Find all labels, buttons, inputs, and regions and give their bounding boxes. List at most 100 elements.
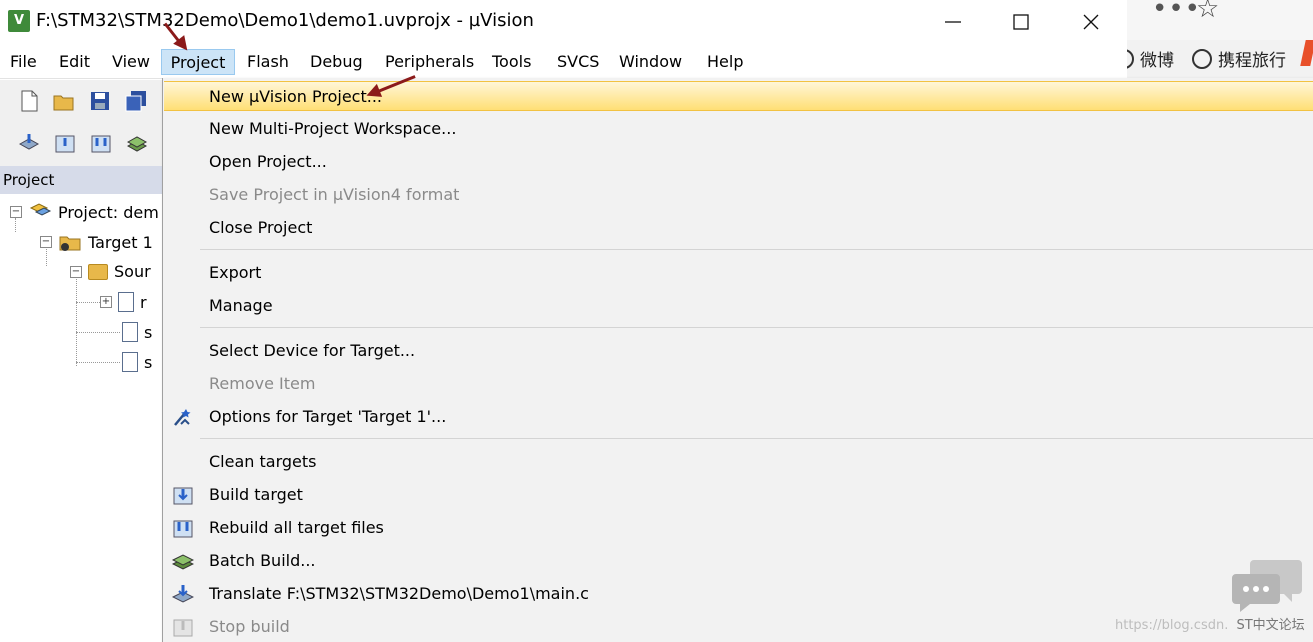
tree-item-project[interactable]: − Project: dem	[10, 202, 159, 222]
close-button[interactable]	[1068, 6, 1114, 38]
tree-target-label: Target 1	[88, 232, 153, 252]
menu-item-label: Stop build	[209, 617, 290, 636]
menu-separator	[200, 438, 1313, 439]
tree-file-label: s	[144, 352, 153, 372]
menu-item-label: New µVision Project...	[209, 87, 382, 106]
file-icon	[118, 292, 134, 312]
batch-build-icon	[172, 554, 194, 570]
menu-item-label: Close Project	[209, 218, 313, 237]
menu-item-options-for-target[interactable]: Options for Target 'Target 1'...	[164, 402, 1313, 432]
save-all-icon[interactable]	[125, 90, 147, 112]
menu-file[interactable]: File	[6, 49, 41, 75]
menu-item-label: Remove Item	[209, 374, 316, 393]
minimize-button[interactable]	[930, 6, 976, 38]
tree-item-target[interactable]: − Target 1	[40, 232, 153, 252]
tree-item-source-group[interactable]: − Sour	[70, 262, 151, 281]
save-icon[interactable]	[89, 90, 111, 112]
menu-item-new-uvision-project[interactable]: New µVision Project...	[164, 81, 1313, 111]
menu-peripherals[interactable]: Peripherals	[381, 49, 478, 75]
menu-item-open-project[interactable]: Open Project...	[164, 147, 1313, 177]
maximize-button[interactable]	[998, 6, 1044, 38]
chat-bubble-icon	[1232, 560, 1302, 612]
tree-item-file[interactable]: s	[122, 322, 152, 342]
weibo-label: 微博	[1140, 51, 1174, 71]
menu-edit[interactable]: Edit	[55, 49, 94, 75]
minimize-icon	[945, 21, 961, 23]
rebuild-toolbar-icon[interactable]	[90, 132, 112, 154]
more-options-icon[interactable]: •••	[1152, 0, 1201, 24]
menu-item-label: Manage	[209, 296, 273, 315]
menu-item-remove-item: Remove Item	[164, 369, 1313, 399]
collapse-icon[interactable]: −	[70, 265, 82, 278]
collapse-icon[interactable]: −	[40, 236, 52, 248]
menu-window[interactable]: Window	[615, 49, 686, 75]
translate-toolbar-icon[interactable]	[18, 132, 40, 154]
collapse-icon[interactable]: −	[10, 206, 22, 218]
tree-file-label: r	[140, 292, 147, 312]
menu-item-label: New Multi-Project Workspace...	[209, 119, 457, 138]
watermark-url: https://blog.csdn.	[1115, 618, 1229, 633]
toolbar	[0, 80, 162, 167]
rebuild-icon	[173, 520, 193, 538]
new-file-icon[interactable]	[18, 90, 40, 112]
menu-item-label: Export	[209, 263, 262, 282]
window-title: F:\STM32\STM32Demo\Demo1\demo1.uvprojx -…	[36, 10, 534, 31]
expand-icon[interactable]: +	[100, 296, 112, 308]
travel-link[interactable]: 携程旅行	[1192, 46, 1286, 71]
batch-build-toolbar-icon[interactable]	[126, 132, 148, 154]
star-icon[interactable]: ☆	[1196, 0, 1219, 24]
build-icon	[173, 487, 193, 505]
menu-item-label: Select Device for Target...	[209, 341, 416, 360]
travel-label: 携程旅行	[1218, 51, 1286, 71]
project-panel-header: Project	[0, 166, 162, 194]
menu-separator	[200, 249, 1313, 250]
menu-item-label: Save Project in µVision4 format	[209, 185, 460, 204]
menu-flash[interactable]: Flash	[243, 49, 293, 75]
menu-item-label: Options for Target 'Target 1'...	[209, 407, 447, 426]
tree-item-file[interactable]: s	[122, 352, 152, 372]
menu-view[interactable]: View	[108, 49, 154, 75]
watermark: https://blog.csdn. ST中文论坛	[1115, 614, 1305, 633]
watermark-forum: ST中文论坛	[1236, 618, 1305, 633]
menu-separator	[200, 327, 1313, 328]
menu-item-select-device[interactable]: Select Device for Target...	[164, 336, 1313, 366]
menu-item-label: Open Project...	[209, 152, 327, 171]
menu-project[interactable]: Project	[161, 49, 235, 75]
stop-build-icon	[173, 619, 193, 637]
menu-item-label: Build target	[209, 485, 303, 504]
menu-tools[interactable]: Tools	[488, 49, 535, 75]
target-folder-icon	[59, 236, 81, 251]
build-toolbar-icon[interactable]	[54, 132, 76, 154]
file-icon	[122, 322, 138, 342]
project-tree: − Project: dem − Target 1 − Sour + r s s	[0, 194, 162, 642]
tree-item-file[interactable]: + r	[100, 292, 147, 312]
options-wand-icon	[174, 409, 191, 426]
menu-item-manage[interactable]: Manage	[164, 291, 1313, 321]
menu-item-new-multi-project-workspace[interactable]: New Multi-Project Workspace...	[164, 114, 1313, 144]
menu-item-label: Rebuild all target files	[209, 518, 384, 537]
open-folder-icon[interactable]	[53, 90, 75, 112]
globe-icon	[1192, 48, 1212, 69]
menu-item-build-target[interactable]: Build target	[164, 480, 1313, 510]
file-icon	[122, 352, 138, 372]
tree-group-label: Sour	[114, 262, 151, 281]
menu-item-close-project[interactable]: Close Project	[164, 213, 1313, 243]
menu-item-rebuild-all[interactable]: Rebuild all target files	[164, 513, 1313, 543]
menu-item-label: Clean targets	[209, 452, 317, 471]
project-icon	[29, 203, 52, 216]
menu-item-translate[interactable]: Translate F:\STM32\STM32Demo\Demo1\main.…	[164, 579, 1313, 609]
menu-svcs[interactable]: SVCS	[553, 49, 603, 75]
tree-project-label: Project: dem	[58, 202, 159, 222]
menu-debug[interactable]: Debug	[306, 49, 367, 75]
tree-file-label: s	[144, 322, 153, 342]
menu-help[interactable]: Help	[703, 49, 747, 75]
maximize-icon	[1013, 14, 1029, 30]
menu-item-export[interactable]: Export	[164, 258, 1313, 288]
menu-item-batch-build[interactable]: Batch Build...	[164, 546, 1313, 576]
menu-item-label: Translate F:\STM32\STM32Demo\Demo1\main.…	[209, 584, 589, 603]
menu-item-clean-targets[interactable]: Clean targets	[164, 447, 1313, 477]
menu-item-label: Batch Build...	[209, 551, 316, 570]
close-icon	[1083, 14, 1099, 30]
translate-icon	[172, 585, 194, 603]
folder-icon	[88, 263, 108, 280]
